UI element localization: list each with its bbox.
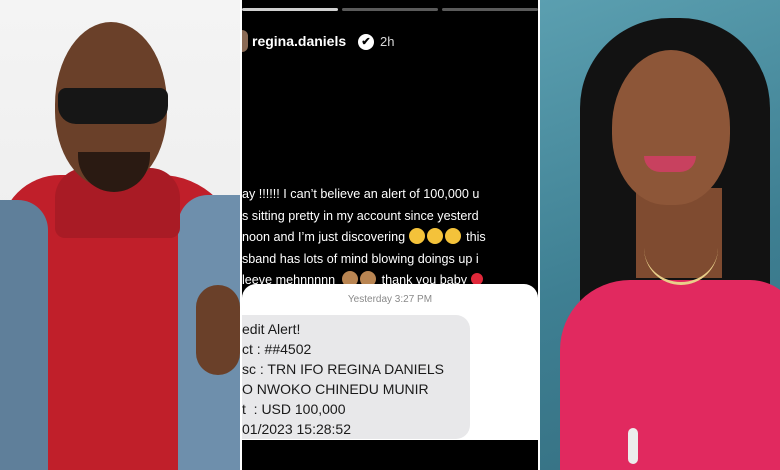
hand bbox=[196, 285, 240, 375]
bracelet bbox=[628, 428, 638, 464]
story-caption: ay !!!!!! I can’t believe an alert of 10… bbox=[242, 184, 538, 292]
sms-line: sc : TRN IFO REGINA DANIELS bbox=[242, 361, 445, 377]
caption-line: ay !!!!!! I can’t believe an alert of 10… bbox=[242, 187, 480, 201]
sms-line: ct : ##4502 bbox=[242, 341, 312, 357]
left-photo-man bbox=[0, 0, 240, 470]
story-progress-bars bbox=[242, 8, 538, 11]
bottom-black-bar bbox=[242, 440, 538, 470]
sunglasses bbox=[58, 88, 168, 124]
pleading-face-emoji-icon bbox=[426, 228, 443, 244]
woman-face bbox=[612, 50, 730, 205]
sms-line: O NWOKO CHINEDU MUNIR bbox=[242, 381, 429, 397]
caption-line: sband has lots of mind blowing doings up… bbox=[242, 251, 479, 266]
story-username[interactable]: regina.daniels bbox=[252, 33, 346, 49]
sms-line: 01/2023 15:28:52 bbox=[242, 421, 351, 437]
sms-timestamp: Yesterday 3:27 PM bbox=[347, 294, 433, 305]
denim-jacket-left bbox=[0, 200, 48, 470]
right-photo-woman bbox=[540, 0, 780, 470]
story-time: 2h bbox=[380, 34, 395, 49]
sms-line: edit Alert! bbox=[242, 321, 301, 337]
pink-off-shoulder-dress bbox=[560, 280, 780, 470]
smile bbox=[644, 156, 696, 172]
verified-badge-icon: ✔ bbox=[358, 34, 374, 50]
story-progress-segment bbox=[442, 8, 538, 11]
pleading-face-emoji-icon bbox=[444, 228, 461, 244]
profile-avatar[interactable] bbox=[242, 30, 248, 52]
caption-line: noon and I’m just discovering bbox=[242, 230, 406, 244]
story-progress-segment bbox=[342, 8, 438, 11]
story-progress-segment bbox=[242, 8, 338, 11]
sms-message-bubble: edit Alert! ct : ##4502 sc : TRN IFO REG… bbox=[242, 315, 470, 439]
instagram-story-screenshot: regina.daniels ✔ 2h ay !!!!!! I can’t be… bbox=[242, 0, 538, 470]
pleading-face-emoji-icon bbox=[408, 228, 425, 244]
caption-line: s sitting pretty in my account since yes… bbox=[242, 208, 479, 223]
caption-line: this bbox=[466, 230, 486, 244]
sms-line: t : USD 100,000 bbox=[242, 401, 346, 417]
